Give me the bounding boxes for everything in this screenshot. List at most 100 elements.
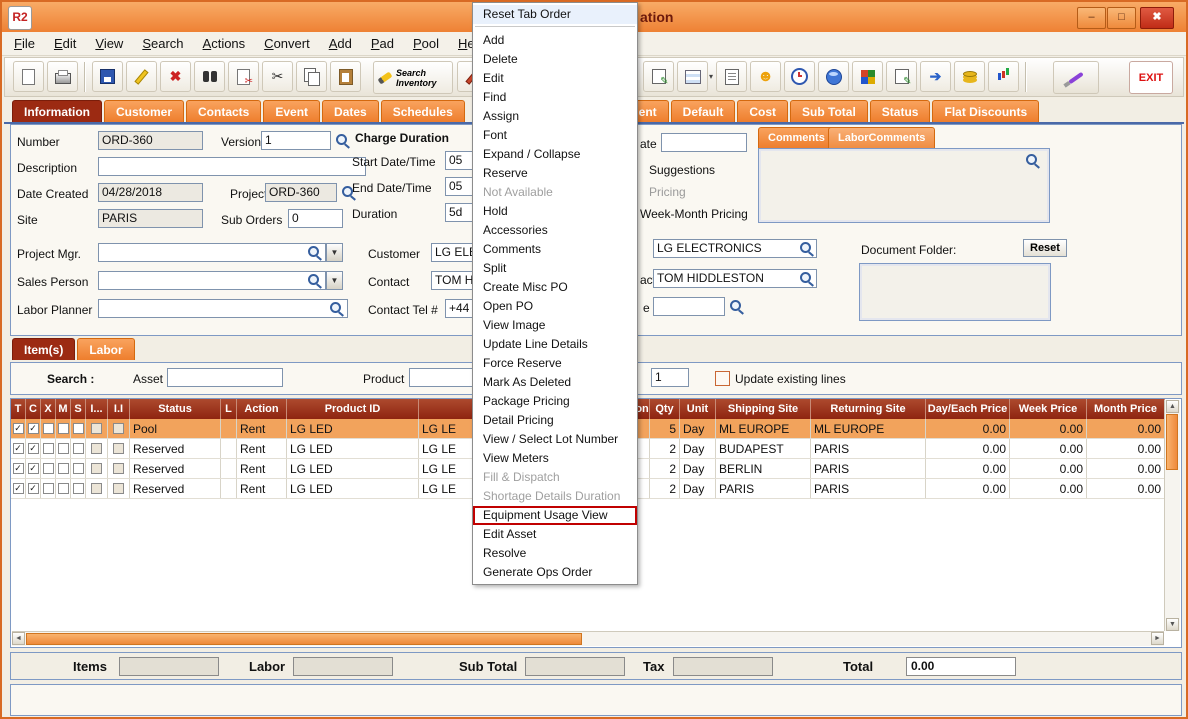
forward-arrow-button[interactable] — [920, 61, 951, 92]
row-checkbox[interactable]: ✓ — [13, 423, 24, 434]
clock-button[interactable] — [784, 61, 815, 92]
date-field[interactable] — [661, 133, 747, 152]
cell-checkbox[interactable]: ✓ — [26, 439, 41, 458]
row-checkbox[interactable]: ✓ — [28, 423, 39, 434]
cell-checkbox[interactable] — [108, 459, 130, 478]
menu-item-assign[interactable]: Assign — [473, 107, 637, 126]
menu-item-detail-pricing[interactable]: Detail Pricing — [473, 411, 637, 430]
labor-planner-search-icon[interactable] — [329, 301, 345, 317]
row-checkbox[interactable] — [73, 463, 84, 474]
tab-status[interactable]: Status — [870, 100, 931, 122]
cell-checkbox[interactable] — [56, 439, 71, 458]
menu-file[interactable]: File — [14, 36, 35, 51]
delete-button[interactable] — [160, 61, 191, 92]
row-checkbox[interactable] — [58, 443, 69, 454]
cell-checkbox[interactable] — [86, 459, 108, 478]
menu-item-view-meters[interactable]: View Meters — [473, 449, 637, 468]
search-inventory-button[interactable]: Search Inventory — [373, 61, 453, 94]
close-button[interactable]: ✖ — [1140, 7, 1174, 29]
cell-checkbox[interactable]: ✓ — [26, 419, 41, 438]
row-checkbox[interactable] — [73, 423, 84, 434]
customer-display-search-icon[interactable] — [799, 241, 815, 257]
tab-labor[interactable]: Labor — [77, 338, 134, 360]
dropdown-caret-icon[interactable]: ▾ — [709, 72, 713, 81]
venue-search-icon[interactable] — [729, 299, 745, 315]
menu-add[interactable]: Add — [329, 36, 352, 51]
venue-field[interactable] — [653, 297, 725, 316]
scroll-down-icon[interactable]: ▼ — [1166, 618, 1179, 631]
menu-item-package-pricing[interactable]: Package Pricing — [473, 392, 637, 411]
cell-checkbox[interactable] — [41, 439, 56, 458]
scroll-right-icon[interactable]: ► — [1151, 632, 1164, 645]
menu-item-comments[interactable]: Comments — [473, 240, 637, 259]
menu-item-hold[interactable]: Hold — [473, 202, 637, 221]
tab-item-s[interactable]: Item(s) — [12, 338, 75, 360]
row-checkbox[interactable]: ✓ — [28, 483, 39, 494]
project-mgr-dropdown[interactable]: ▼ — [326, 243, 343, 262]
column-header-action[interactable]: Action — [237, 399, 287, 419]
column-header-l[interactable]: L — [221, 399, 237, 419]
tab-comments[interactable]: Comments — [758, 127, 835, 149]
number-field[interactable]: ORD-360 — [98, 131, 203, 150]
menu-item-update-line-details[interactable]: Update Line Details — [473, 335, 637, 354]
paste-button[interactable] — [330, 61, 361, 92]
row-checkbox[interactable] — [58, 423, 69, 434]
minimize-button[interactable]: – — [1077, 7, 1106, 29]
row-checkbox[interactable] — [113, 463, 124, 474]
menu-item-equipment-usage-view[interactable]: Equipment Usage View — [473, 506, 637, 525]
smiley-button[interactable] — [750, 61, 781, 92]
menu-item-reset-tab-order[interactable]: Reset Tab Order — [473, 5, 637, 24]
row-checkbox[interactable] — [73, 443, 84, 454]
menu-item-split[interactable]: Split — [473, 259, 637, 278]
vertical-scroll-thumb[interactable] — [1166, 414, 1178, 470]
contact-display-search-icon[interactable] — [799, 271, 815, 287]
row-checkbox[interactable] — [43, 423, 54, 434]
save-button[interactable] — [92, 61, 123, 92]
column-header-i[interactable]: I... — [86, 399, 108, 419]
tab-labor-comments[interactable]: LaborComments — [828, 127, 935, 149]
cell-checkbox[interactable] — [108, 439, 130, 458]
version-field[interactable]: 1 — [261, 131, 331, 150]
paintbrush-button[interactable] — [1053, 61, 1099, 94]
cell-checkbox[interactable]: ✓ — [11, 419, 26, 438]
column-header-m[interactable]: M — [56, 399, 71, 419]
row-checkbox[interactable]: ✓ — [13, 483, 24, 494]
date-created-field[interactable]: 04/28/2018 — [98, 183, 203, 202]
menu-item-generate-ops-order[interactable]: Generate Ops Order — [473, 563, 637, 582]
menu-actions[interactable]: Actions — [203, 36, 246, 51]
cubes-button[interactable] — [852, 61, 883, 92]
scroll-up-icon[interactable]: ▲ — [1166, 400, 1179, 413]
menu-item-font[interactable]: Font — [473, 126, 637, 145]
row-checkbox[interactable]: ✓ — [28, 443, 39, 454]
sales-person-search-icon[interactable] — [307, 273, 323, 289]
menu-item-edit[interactable]: Edit — [473, 69, 637, 88]
menu-edit[interactable]: Edit — [54, 36, 76, 51]
cell-checkbox[interactable] — [41, 479, 56, 498]
menu-item-expand-collapse[interactable]: Expand / Collapse — [473, 145, 637, 164]
cell-checkbox[interactable] — [86, 419, 108, 438]
column-header-t[interactable]: T — [11, 399, 26, 419]
card-stack-button[interactable] — [677, 61, 708, 92]
project-mgr-search-icon[interactable] — [307, 245, 323, 261]
sales-person-dropdown[interactable]: ▼ — [326, 271, 343, 290]
edit-note-button[interactable] — [643, 61, 674, 92]
row-checkbox[interactable] — [58, 483, 69, 494]
cell-checkbox[interactable] — [108, 479, 130, 498]
find-binoculars-button[interactable] — [194, 61, 225, 92]
column-header-x[interactable]: X — [41, 399, 56, 419]
menu-convert[interactable]: Convert — [264, 36, 310, 51]
cell-checkbox[interactable]: ✓ — [26, 479, 41, 498]
tab-cost[interactable]: Cost — [737, 100, 788, 122]
labor-planner-field[interactable] — [98, 299, 348, 318]
menu-item-view-select-lot-number[interactable]: View / Select Lot Number — [473, 430, 637, 449]
column-header-returning-site[interactable]: Returning Site — [811, 399, 926, 419]
week-month-pricing-label[interactable]: Week-Month Pricing — [640, 207, 748, 221]
description-field[interactable] — [98, 157, 366, 176]
menu-item-delete[interactable]: Delete — [473, 50, 637, 69]
menu-item-create-misc-po[interactable]: Create Misc PO — [473, 278, 637, 297]
cell-checkbox[interactable] — [56, 479, 71, 498]
menu-pad[interactable]: Pad — [371, 36, 394, 51]
tab-default[interactable]: Default — [671, 100, 736, 122]
contact-display-field[interactable]: TOM HIDDLESTON — [653, 269, 817, 288]
site-field[interactable]: PARIS — [98, 209, 203, 228]
